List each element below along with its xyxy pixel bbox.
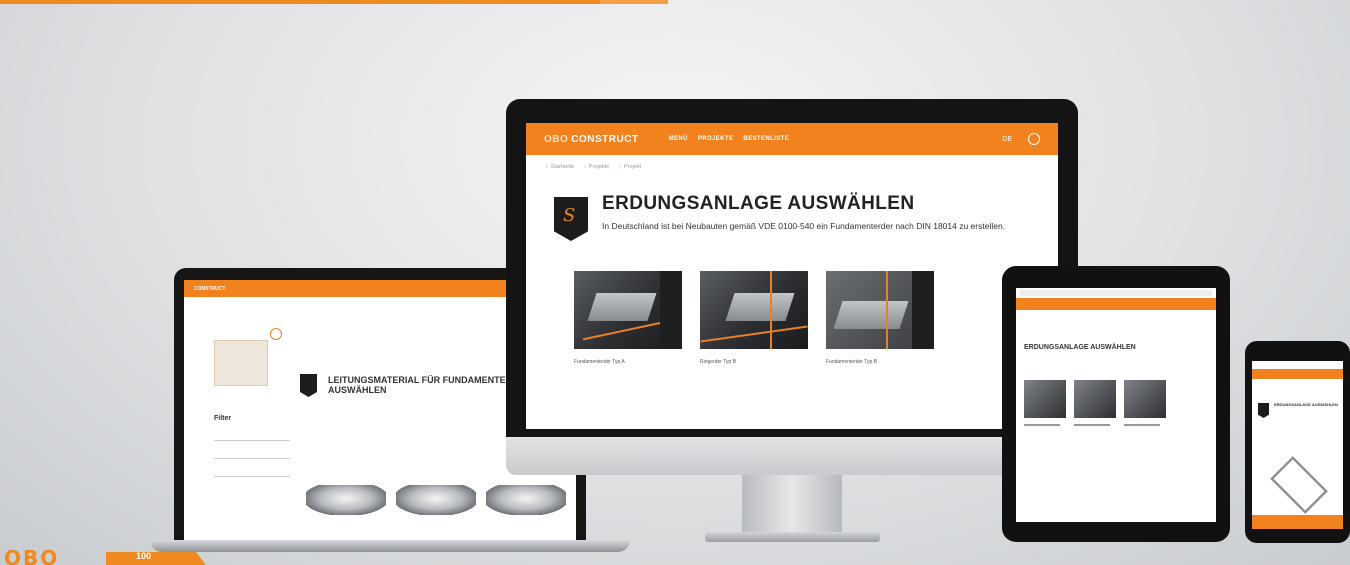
tile-caption: Fundamenterder Typ B [826, 359, 878, 365]
breadcrumb-item[interactable]: Projekt [619, 164, 641, 170]
nav-links: MENÜ PROJEKTE BESTENLISTE [669, 136, 790, 142]
tile-image [826, 271, 934, 349]
selection-tiles: Fundamenterder Typ A Ringerder Typ B Fun… [526, 241, 1058, 365]
laptop-filter-label: Filter [214, 415, 232, 422]
tile-caption: Ringerder Typ B [700, 359, 737, 365]
nav-link-menu[interactable]: MENÜ [669, 136, 688, 142]
brand-tab: 100 [106, 552, 206, 565]
tile-image [700, 271, 808, 349]
selection-tile[interactable]: Ringerder Typ B [700, 271, 808, 365]
phone-product-image[interactable] [1270, 456, 1328, 514]
top-accent-bar [0, 0, 665, 4]
tablet-tile-caption [1074, 424, 1110, 426]
laptop-product-ring[interactable] [396, 485, 476, 515]
selection-tile[interactable]: Fundamenterder Typ A [574, 271, 682, 365]
tablet-tile[interactable] [1074, 380, 1116, 418]
breadcrumb-item[interactable]: Projekte [584, 164, 609, 170]
tablet-tile[interactable] [1024, 380, 1066, 418]
tablet-tile-caption [1124, 424, 1160, 426]
laptop-shield-icon [300, 374, 317, 397]
breadcrumb-item[interactable]: Startseite [546, 164, 574, 170]
tablet-address-bar[interactable] [1020, 290, 1212, 296]
imac-stand [742, 475, 842, 537]
laptop-base [150, 540, 630, 552]
top-accent-bar-tail [600, 0, 668, 4]
phone-shield-icon [1258, 403, 1269, 418]
tablet-tile-caption [1024, 424, 1060, 426]
imac-chin [506, 437, 1078, 475]
tablet-tile[interactable] [1124, 380, 1166, 418]
site-logo[interactable]: OBO CONSTRUCT [544, 134, 639, 145]
nav-link-leaderboard[interactable]: BESTENLISTE [743, 136, 789, 142]
laptop-logo[interactable]: CONSTRUCT [194, 286, 225, 292]
page-description: In Deutschland ist bei Neubauten gemäß V… [602, 221, 1006, 231]
shield-icon: S [554, 197, 588, 241]
site-navbar: OBO CONSTRUCT MENÜ PROJEKTE BESTENLISTE D… [526, 123, 1058, 155]
laptop-product-ring[interactable] [486, 485, 566, 515]
laptop-product-ring[interactable] [306, 485, 386, 515]
nav-right: DE [1002, 133, 1040, 145]
tablet-page-title: ERDUNGSANLAGE AUSWÄHLEN [1024, 344, 1136, 351]
laptop-filter-field[interactable] [214, 432, 290, 441]
phone-bottom-bar[interactable] [1252, 515, 1343, 529]
language-select[interactable]: DE [1002, 136, 1012, 143]
phone-device: ERDUNGSANLAGE AUSWÄHLEN [1245, 341, 1350, 543]
laptop-filter-field[interactable] [214, 468, 290, 477]
tile-caption: Fundamenterder Typ A [574, 359, 625, 365]
tile-image [574, 271, 682, 349]
imac-screen: OBO CONSTRUCT MENÜ PROJEKTE BESTENLISTE D… [526, 123, 1058, 429]
laptop-product-thumbnail[interactable] [214, 340, 268, 386]
hero-section: S ERDUNGSANLAGE AUSWÄHLEN In Deutschland… [526, 179, 1058, 241]
tablet-device: ERDUNGSANLAGE AUSWÄHLEN [1002, 266, 1230, 542]
imac-foot [705, 532, 880, 542]
laptop-badge-icon [270, 328, 282, 340]
imac-device: OBO CONSTRUCT MENÜ PROJEKTE BESTENLISTE D… [506, 99, 1078, 457]
breadcrumb: Startseite Projekte Projekt [526, 155, 1058, 179]
tablet-nav [1016, 298, 1216, 310]
brand-wordmark: OBO [4, 548, 60, 565]
phone-page-title: ERDUNGSANLAGE AUSWÄHLEN [1274, 402, 1338, 407]
page-title: ERDUNGSANLAGE AUSWÄHLEN [602, 193, 915, 214]
tablet-screen: ERDUNGSANLAGE AUSWÄHLEN [1016, 288, 1216, 522]
phone-screen: ERDUNGSANLAGE AUSWÄHLEN [1252, 361, 1343, 529]
selection-tile[interactable]: Fundamenterder Typ B [826, 271, 934, 365]
user-icon[interactable] [1028, 133, 1040, 145]
laptop-filter-field[interactable] [214, 450, 290, 459]
nav-link-projects[interactable]: PROJEKTE [698, 136, 734, 142]
phone-nav [1252, 369, 1343, 379]
